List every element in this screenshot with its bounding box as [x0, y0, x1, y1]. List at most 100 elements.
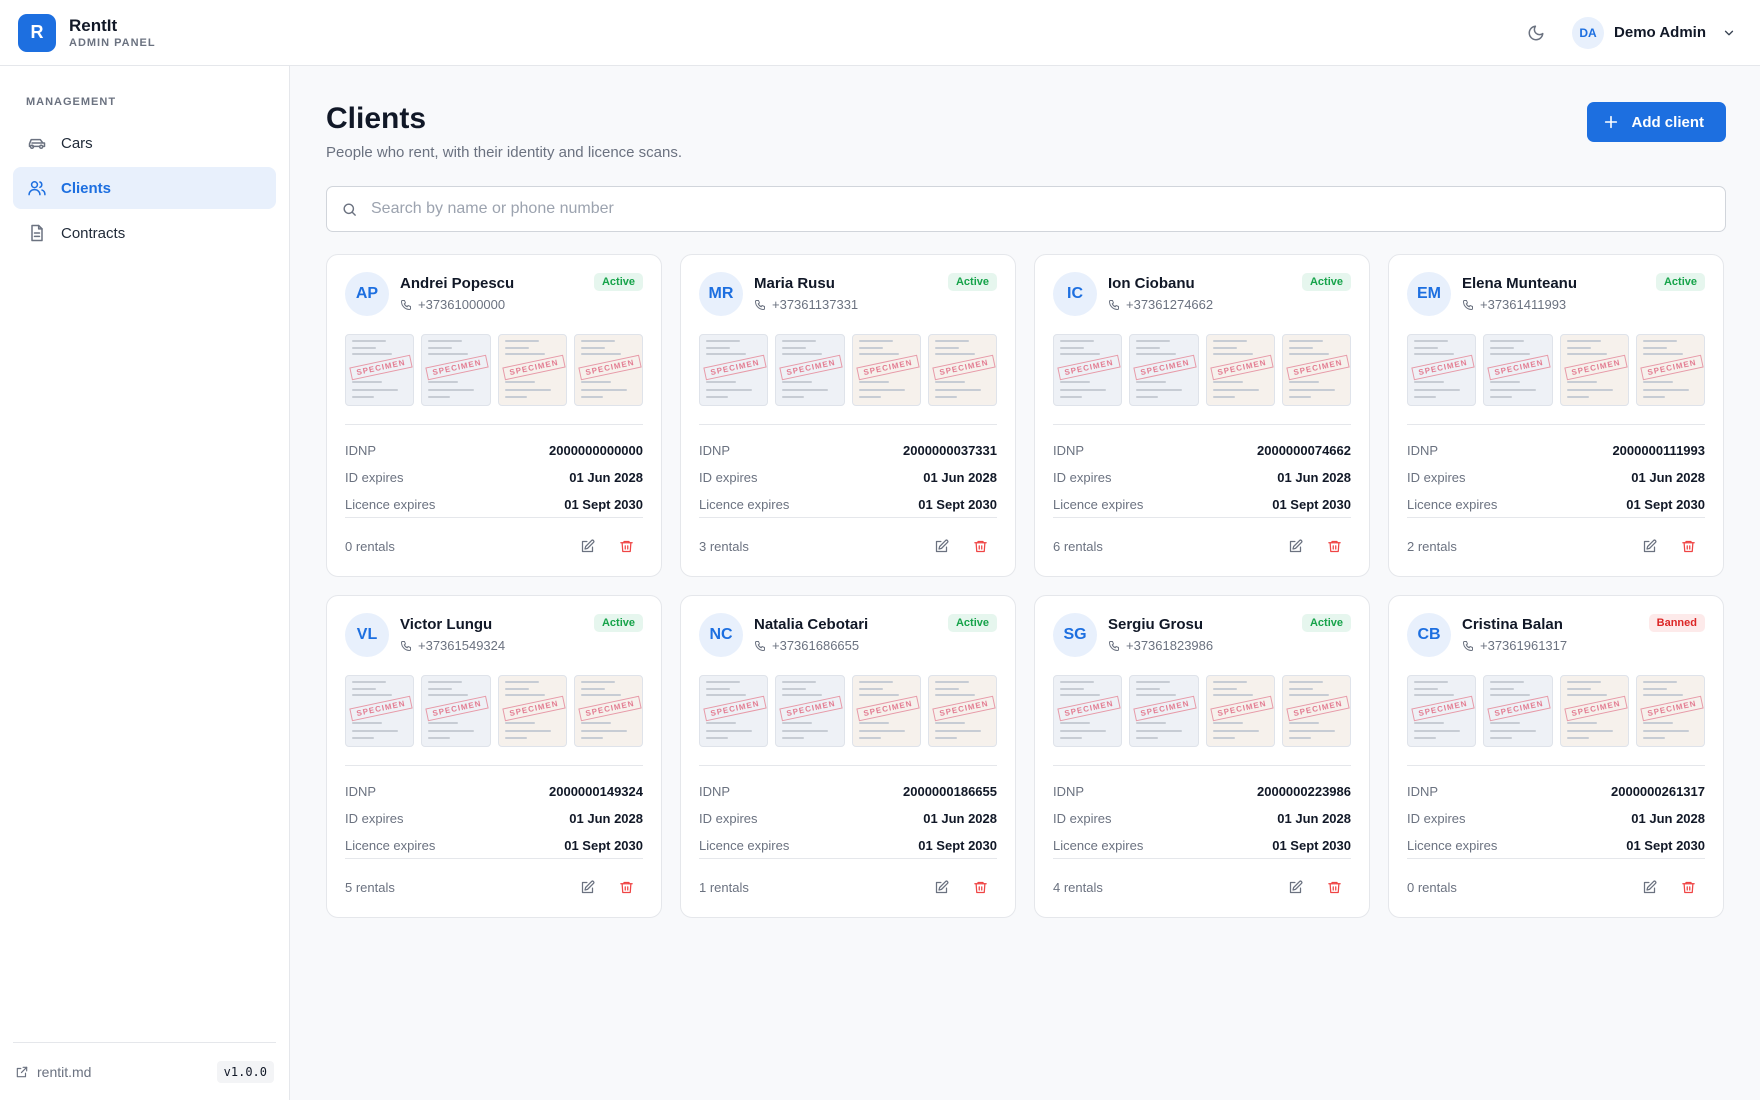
website-link-label: rentit.md [37, 1063, 92, 1080]
licence-expires-label: Licence expires [1407, 496, 1498, 512]
id-expires-label: ID expires [1053, 470, 1112, 485]
id-card-back-scan[interactable]: SPECIMEN [1483, 675, 1553, 747]
licence-back-scan[interactable]: SPECIMEN [1281, 334, 1351, 406]
edit-client-button[interactable] [576, 876, 598, 898]
edit-client-button[interactable] [930, 876, 952, 898]
licence-back-scan[interactable]: SPECIMEN [573, 675, 643, 747]
licence-front-scan[interactable]: SPECIMEN [497, 334, 567, 406]
licence-back-scan[interactable]: SPECIMEN [927, 334, 997, 406]
id-card-front-scan[interactable]: SPECIMEN [699, 334, 769, 406]
id-card-back-scan[interactable]: SPECIMEN [421, 675, 491, 747]
licence-front-scan[interactable]: SPECIMEN [1205, 334, 1275, 406]
licence-expires-row: Licence expires 01 Sept 2030 [699, 832, 997, 859]
theme-toggle-button[interactable] [1520, 17, 1552, 49]
id-card-front-scan[interactable]: SPECIMEN [345, 675, 415, 747]
client-name: Victor Lungu [400, 616, 493, 633]
rentals-count: 0 rentals [345, 538, 395, 554]
specimen-stamp: SPECIMEN [932, 354, 996, 381]
licence-back-scan[interactable]: SPECIMEN [927, 675, 997, 747]
id-card-back-scan[interactable]: SPECIMEN [1129, 675, 1199, 747]
id-card-front-scan[interactable]: SPECIMEN [1407, 675, 1477, 747]
edit-icon [1643, 539, 1656, 552]
client-avatar: MR [699, 272, 743, 316]
edit-icon [1643, 880, 1656, 893]
delete-client-button[interactable] [615, 535, 637, 557]
licence-back-scan[interactable]: SPECIMEN [1281, 675, 1351, 747]
id-expires-row: ID expires 01 Jun 2028 [699, 805, 997, 832]
licence-front-scan[interactable]: SPECIMEN [851, 675, 921, 747]
user-menu[interactable]: DA Demo Admin [1572, 16, 1742, 49]
trash-icon [1681, 881, 1695, 893]
add-client-button[interactable]: Add client [1587, 102, 1726, 142]
scan-line [1414, 681, 1448, 683]
delete-client-button[interactable] [1323, 876, 1345, 898]
licence-front-scan[interactable]: SPECIMEN [1559, 334, 1629, 406]
client-card-header: EM Elena Munteanu +37361411993 Active [1407, 272, 1705, 324]
licence-front-scan[interactable]: SPECIMEN [1205, 675, 1275, 747]
licence-back-scan[interactable]: SPECIMEN [1635, 675, 1705, 747]
scan-line [352, 353, 392, 355]
scan-line [1414, 688, 1438, 690]
scan-line [580, 730, 627, 732]
scan-line [782, 722, 813, 724]
scan-line [504, 694, 545, 696]
id-card-back-scan[interactable]: SPECIMEN [1129, 334, 1199, 406]
scan-line [1288, 389, 1335, 391]
edit-client-button[interactable] [1638, 535, 1660, 557]
brand[interactable]: R RentIt ADMIN PANEL [18, 13, 156, 52]
id-card-front-scan[interactable]: SPECIMEN [1053, 675, 1123, 747]
idnp-row: IDNP 2000000223986 [1053, 778, 1351, 805]
id-card-front-scan[interactable]: SPECIMEN [699, 675, 769, 747]
edit-client-button[interactable] [576, 535, 598, 557]
scan-line [504, 353, 545, 355]
scan-line [706, 396, 728, 398]
delete-client-button[interactable] [969, 876, 991, 898]
licence-front-scan[interactable]: SPECIMEN [497, 675, 567, 747]
delete-client-button[interactable] [969, 535, 991, 557]
id-card-back-scan[interactable]: SPECIMEN [775, 675, 845, 747]
edit-client-button[interactable] [930, 535, 952, 557]
scan-line [428, 730, 475, 732]
rentals-count: 3 rentals [699, 538, 749, 554]
licence-front-scan[interactable]: SPECIMEN [851, 334, 921, 406]
client-phone-number: +37361823986 [1126, 638, 1214, 653]
user-avatar: DA [1572, 16, 1605, 49]
search-input[interactable] [371, 200, 1725, 218]
scan-line [504, 688, 529, 690]
scan-line [1288, 730, 1335, 732]
scan-line [1136, 688, 1161, 690]
car-icon [28, 138, 46, 149]
licence-back-scan[interactable]: SPECIMEN [1635, 334, 1705, 406]
delete-client-button[interactable] [1677, 535, 1699, 557]
sidebar-item-label: Cars [61, 134, 93, 152]
scan-line [1288, 381, 1319, 383]
id-card-back-scan[interactable]: SPECIMEN [421, 334, 491, 406]
delete-client-button[interactable] [615, 876, 637, 898]
id-card-front-scan[interactable]: SPECIMEN [345, 334, 415, 406]
licence-back-scan[interactable]: SPECIMEN [573, 334, 643, 406]
id-card-front-scan[interactable]: SPECIMEN [1407, 334, 1477, 406]
scan-line [580, 353, 621, 355]
scan-line [1060, 389, 1106, 391]
delete-client-button[interactable] [1323, 535, 1345, 557]
client-phone-number: +37361137331 [772, 297, 859, 312]
sidebar-item-clients[interactable]: Clients [13, 167, 276, 209]
licence-front-scan[interactable]: SPECIMEN [1559, 675, 1629, 747]
edit-client-button[interactable] [1638, 876, 1660, 898]
sidebar-item-cars[interactable]: Cars [13, 122, 276, 164]
edit-client-button[interactable] [1284, 876, 1306, 898]
scan-line [1288, 340, 1323, 342]
delete-client-button[interactable] [1677, 876, 1699, 898]
id-card-back-scan[interactable]: SPECIMEN [775, 334, 845, 406]
client-phone: +37361137331 [754, 297, 948, 312]
id-card-back-scan[interactable]: SPECIMEN [1483, 334, 1553, 406]
id-expires-value: 01 Jun 2028 [1277, 811, 1351, 826]
id-card-front-scan[interactable]: SPECIMEN [1053, 334, 1123, 406]
sidebar-item-contracts[interactable]: Contracts [13, 212, 276, 254]
edit-client-button[interactable] [1284, 535, 1306, 557]
client-card-header: NC Natalia Cebotari +37361686655 Active [699, 613, 997, 665]
card-divider [1407, 424, 1705, 425]
scan-line [1212, 688, 1237, 690]
scan-line [1288, 347, 1313, 349]
website-link[interactable]: rentit.md [15, 1064, 91, 1080]
